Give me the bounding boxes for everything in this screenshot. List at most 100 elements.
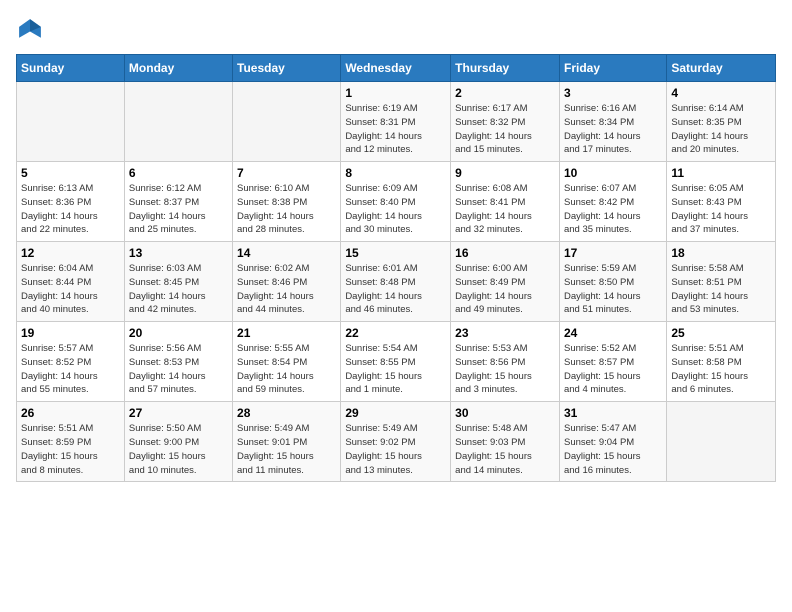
calendar-week-row: 26 Sunrise: 5:51 AMSunset: 8:59 PMDayligh…: [17, 402, 776, 482]
calendar-cell: 11 Sunrise: 6:05 AMSunset: 8:43 PMDayligh…: [667, 162, 776, 242]
day-number: 7: [237, 166, 336, 180]
day-number: 1: [345, 86, 446, 100]
day-number: 26: [21, 406, 120, 420]
day-number: 25: [671, 326, 771, 340]
weekday-header-saturday: Saturday: [667, 55, 776, 82]
calendar-cell: 10 Sunrise: 6:07 AMSunset: 8:42 PMDayligh…: [559, 162, 666, 242]
day-number: 10: [564, 166, 662, 180]
day-info: Sunrise: 6:13 AMSunset: 8:36 PMDaylight:…: [21, 182, 120, 237]
day-info: Sunrise: 5:49 AMSunset: 9:01 PMDaylight:…: [237, 422, 336, 477]
day-info: Sunrise: 6:03 AMSunset: 8:45 PMDaylight:…: [129, 262, 228, 317]
day-number: 2: [455, 86, 555, 100]
calendar-cell: 31Sunrise: 5:47 AMSunset: 9:04 PMDayligh…: [559, 402, 666, 482]
day-number: 4: [671, 86, 771, 100]
day-number: 27: [129, 406, 228, 420]
weekday-header-tuesday: Tuesday: [233, 55, 341, 82]
day-number: 31: [564, 406, 662, 420]
calendar-week-row: 1Sunrise: 6:19 AMSunset: 8:31 PMDaylight…: [17, 82, 776, 162]
day-info: Sunrise: 6:10 AMSunset: 8:38 PMDaylight:…: [237, 182, 336, 237]
calendar-cell: 2Sunrise: 6:17 AMSunset: 8:32 PMDaylight…: [451, 82, 560, 162]
day-number: 15: [345, 246, 446, 260]
day-number: 12: [21, 246, 120, 260]
day-info: Sunrise: 5:56 AMSunset: 8:53 PMDaylight:…: [129, 342, 228, 397]
calendar-cell: 21 Sunrise: 5:55 AMSunset: 8:54 PMDayligh…: [233, 322, 341, 402]
day-info: Sunrise: 5:50 AMSunset: 9:00 PMDaylight:…: [129, 422, 228, 477]
calendar-cell: 6 Sunrise: 6:12 AMSunset: 8:37 PMDaylight…: [124, 162, 232, 242]
calendar-cell: 14 Sunrise: 6:02 AMSunset: 8:46 PMDayligh…: [233, 242, 341, 322]
calendar-cell: 26 Sunrise: 5:51 AMSunset: 8:59 PMDayligh…: [17, 402, 125, 482]
day-info: Sunrise: 5:55 AMSunset: 8:54 PMDaylight:…: [237, 342, 336, 397]
weekday-header-monday: Monday: [124, 55, 232, 82]
weekday-header-friday: Friday: [559, 55, 666, 82]
day-number: 14: [237, 246, 336, 260]
calendar-cell: 20Sunrise: 5:56 AMSunset: 8:53 PMDayligh…: [124, 322, 232, 402]
calendar-table: SundayMondayTuesdayWednesdayThursdayFrid…: [16, 54, 776, 482]
calendar-week-row: 19Sunrise: 5:57 AMSunset: 8:52 PMDayligh…: [17, 322, 776, 402]
weekday-header-thursday: Thursday: [451, 55, 560, 82]
logo-icon: [16, 16, 44, 44]
calendar-week-row: 12Sunrise: 6:04 AMSunset: 8:44 PMDayligh…: [17, 242, 776, 322]
calendar-cell: 27 Sunrise: 5:50 AMSunset: 9:00 PMDayligh…: [124, 402, 232, 482]
calendar-cell: 3 Sunrise: 6:16 AMSunset: 8:34 PMDaylight…: [559, 82, 666, 162]
day-info: Sunrise: 6:12 AMSunset: 8:37 PMDaylight:…: [129, 182, 228, 237]
weekday-header-row: SundayMondayTuesdayWednesdayThursdayFrid…: [17, 55, 776, 82]
day-number: 16: [455, 246, 555, 260]
day-number: 3: [564, 86, 662, 100]
day-number: 9: [455, 166, 555, 180]
calendar-cell: 12Sunrise: 6:04 AMSunset: 8:44 PMDayligh…: [17, 242, 125, 322]
day-number: 22: [345, 326, 446, 340]
day-number: 5: [21, 166, 120, 180]
day-number: 23: [455, 326, 555, 340]
calendar-cell: 22 Sunrise: 5:54 AMSunset: 8:55 PMDayligh…: [341, 322, 451, 402]
day-info: Sunrise: 6:07 AMSunset: 8:42 PMDaylight:…: [564, 182, 662, 237]
day-number: 17: [564, 246, 662, 260]
day-info: Sunrise: 5:51 AMSunset: 8:59 PMDaylight:…: [21, 422, 120, 477]
calendar-week-row: 5 Sunrise: 6:13 AMSunset: 8:36 PMDaylight…: [17, 162, 776, 242]
calendar-cell: 1Sunrise: 6:19 AMSunset: 8:31 PMDaylight…: [341, 82, 451, 162]
day-info: Sunrise: 5:48 AMSunset: 9:03 PMDaylight:…: [455, 422, 555, 477]
day-number: 11: [671, 166, 771, 180]
day-number: 21: [237, 326, 336, 340]
calendar-cell: 25 Sunrise: 5:51 AMSunset: 8:58 PMDayligh…: [667, 322, 776, 402]
day-info: Sunrise: 5:49 AMSunset: 9:02 PMDaylight:…: [345, 422, 446, 477]
day-info: Sunrise: 5:52 AMSunset: 8:57 PMDaylight:…: [564, 342, 662, 397]
day-info: Sunrise: 5:59 AMSunset: 8:50 PMDaylight:…: [564, 262, 662, 317]
calendar-cell: 13 Sunrise: 6:03 AMSunset: 8:45 PMDayligh…: [124, 242, 232, 322]
calendar-header: SundayMondayTuesdayWednesdayThursdayFrid…: [17, 55, 776, 82]
calendar-cell: 8 Sunrise: 6:09 AMSunset: 8:40 PMDaylight…: [341, 162, 451, 242]
day-info: Sunrise: 5:53 AMSunset: 8:56 PMDaylight:…: [455, 342, 555, 397]
day-info: Sunrise: 6:01 AMSunset: 8:48 PMDaylight:…: [345, 262, 446, 317]
calendar-cell: 24 Sunrise: 5:52 AMSunset: 8:57 PMDayligh…: [559, 322, 666, 402]
calendar-cell: 18 Sunrise: 5:58 AMSunset: 8:51 PMDayligh…: [667, 242, 776, 322]
day-info: Sunrise: 5:54 AMSunset: 8:55 PMDaylight:…: [345, 342, 446, 397]
day-info: Sunrise: 5:51 AMSunset: 8:58 PMDaylight:…: [671, 342, 771, 397]
day-info: Sunrise: 6:02 AMSunset: 8:46 PMDaylight:…: [237, 262, 336, 317]
day-number: 28: [237, 406, 336, 420]
calendar-cell: 16Sunrise: 6:00 AMSunset: 8:49 PMDayligh…: [451, 242, 560, 322]
calendar-cell: [17, 82, 125, 162]
day-number: 6: [129, 166, 228, 180]
day-info: Sunrise: 5:58 AMSunset: 8:51 PMDaylight:…: [671, 262, 771, 317]
day-number: 19: [21, 326, 120, 340]
day-number: 18: [671, 246, 771, 260]
calendar-cell: 30Sunrise: 5:48 AMSunset: 9:03 PMDayligh…: [451, 402, 560, 482]
calendar-cell: 28 Sunrise: 5:49 AMSunset: 9:01 PMDayligh…: [233, 402, 341, 482]
calendar-cell: 15 Sunrise: 6:01 AMSunset: 8:48 PMDayligh…: [341, 242, 451, 322]
day-info: Sunrise: 6:05 AMSunset: 8:43 PMDaylight:…: [671, 182, 771, 237]
day-number: 13: [129, 246, 228, 260]
page-header: [16, 16, 776, 44]
day-info: Sunrise: 6:09 AMSunset: 8:40 PMDaylight:…: [345, 182, 446, 237]
day-info: Sunrise: 6:14 AMSunset: 8:35 PMDaylight:…: [671, 102, 771, 157]
day-number: 29: [345, 406, 446, 420]
calendar-cell: 5 Sunrise: 6:13 AMSunset: 8:36 PMDaylight…: [17, 162, 125, 242]
calendar-cell: 23 Sunrise: 5:53 AMSunset: 8:56 PMDayligh…: [451, 322, 560, 402]
weekday-header-wednesday: Wednesday: [341, 55, 451, 82]
day-number: 8: [345, 166, 446, 180]
calendar-body: 1Sunrise: 6:19 AMSunset: 8:31 PMDaylight…: [17, 82, 776, 482]
calendar-cell: [233, 82, 341, 162]
calendar-cell: [667, 402, 776, 482]
day-info: Sunrise: 6:16 AMSunset: 8:34 PMDaylight:…: [564, 102, 662, 157]
calendar-cell: 19Sunrise: 5:57 AMSunset: 8:52 PMDayligh…: [17, 322, 125, 402]
day-number: 24: [564, 326, 662, 340]
logo: [16, 16, 48, 44]
